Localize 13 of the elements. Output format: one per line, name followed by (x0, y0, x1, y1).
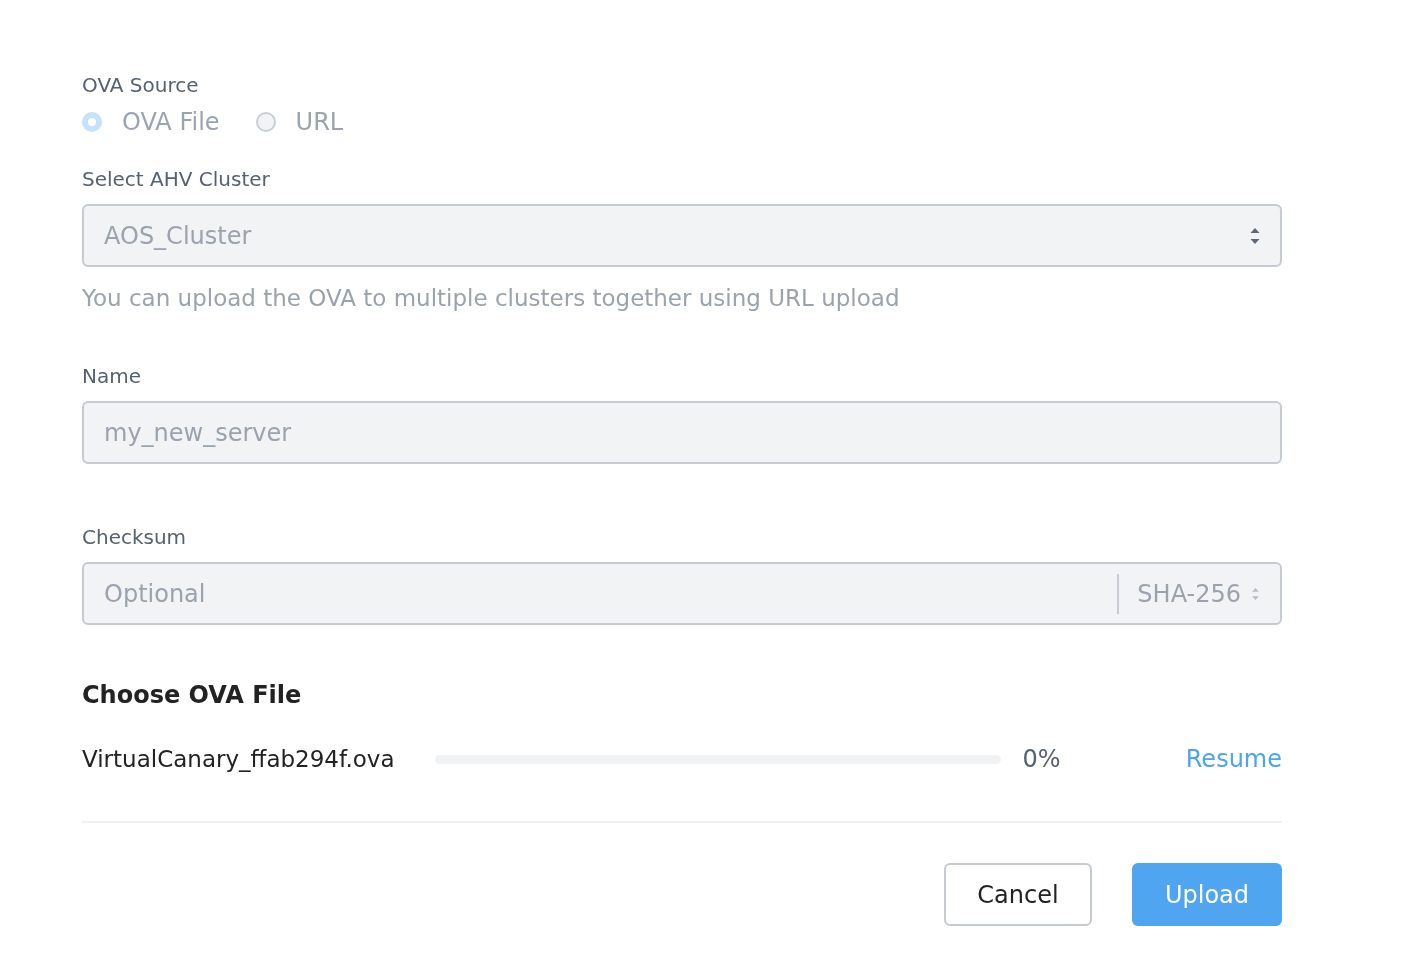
file-name: VirtualCanary_ffab294f.ova (82, 746, 395, 772)
upload-button[interactable]: Upload (1132, 863, 1282, 926)
hint-text: You can upload the OVA to multiple clusters together using URL upload (82, 285, 901, 311)
field-label: Select AHV Cluster (82, 166, 271, 192)
field-label: Checksum (82, 524, 188, 550)
cancel-button[interactable]: Cancel (944, 863, 1092, 926)
sort-arrows-icon (1251, 587, 1260, 600)
progress-percent: 0% (1022, 745, 1061, 773)
section-title: Choose OVA File (82, 681, 303, 709)
resume-link[interactable]: Resume (1185, 745, 1282, 773)
field-label: OVA Source (82, 72, 200, 98)
sort-arrows-icon (1250, 227, 1260, 244)
field-label: Name (82, 363, 142, 389)
